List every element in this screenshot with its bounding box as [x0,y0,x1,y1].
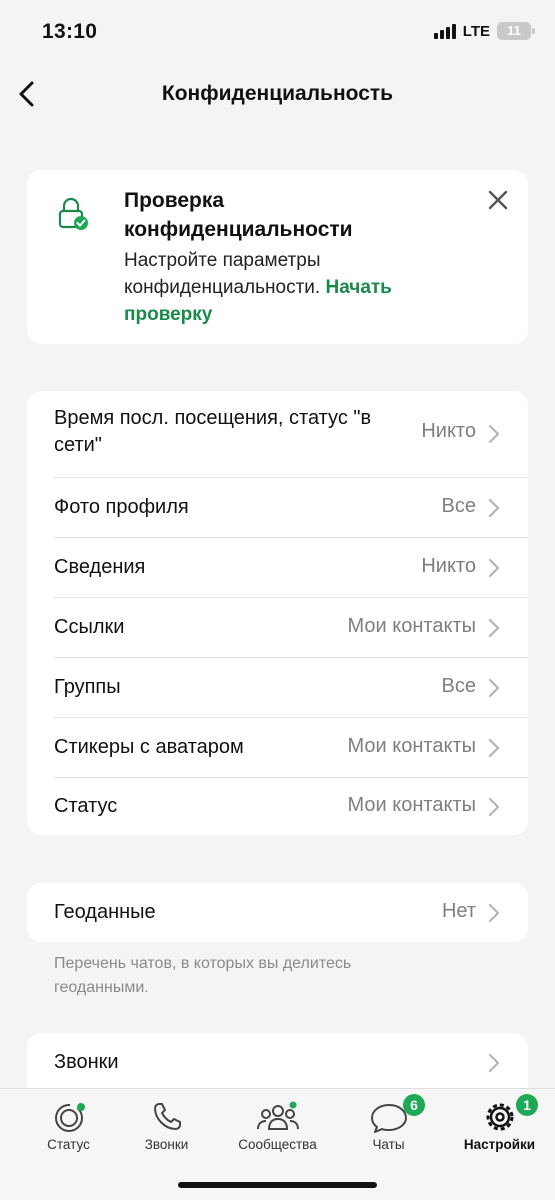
row-location[interactable]: Геоданные Нет [27,883,528,942]
settings-badge: 1 [516,1094,538,1116]
communities-icon [256,1101,299,1130]
page-title: Конфиденциальность [161,82,394,105]
row-groups[interactable]: Группы Все [27,658,528,717]
tab-label: Статус [47,1137,90,1152]
chevron-right-icon [488,424,500,444]
checkup-description: Настройте параметры конфиденциальности. [124,250,321,298]
row-status[interactable]: Статус Мои контакты [27,778,528,835]
row-label: Время посл. посещения, статус "в сети" [54,407,372,456]
chevron-right-icon [488,738,500,758]
chevron-right-icon [488,618,500,638]
tab-communities[interactable]: Сообщества [222,1089,333,1179]
chevron-right-icon [488,1053,500,1073]
checkup-text: Настройте параметры конфиденциальности. … [124,247,464,328]
row-label: Ссылки [54,616,125,638]
row-label: Звонки [54,1051,119,1073]
tab-status[interactable]: Статус [13,1089,124,1179]
status-indicators: LTE 11 [433,22,535,40]
row-value: Никто [421,420,476,442]
status-icon [54,1103,85,1132]
chevron-right-icon [488,903,500,923]
close-icon [488,190,508,210]
checkup-title: Проверка конфиденциальности [124,189,353,241]
tab-label: Звонки [144,1137,189,1152]
row-value: Никто [421,555,476,577]
location-card: Геоданные Нет [27,883,528,942]
lock-check-icon [55,196,89,232]
tab-calls[interactable]: Звонки [111,1089,222,1179]
chevron-right-icon [488,678,500,698]
chevron-right-icon [488,797,500,817]
row-value: Все [441,495,476,517]
tab-chats[interactable]: 6 Чаты [333,1089,444,1179]
row-value: Нет [441,900,476,922]
tab-label: Чаты [372,1137,405,1152]
tab-label: Настройки [463,1137,536,1152]
privacy-settings-list: Время посл. посещения, статус "в сети" Н… [27,391,528,835]
tab-settings[interactable]: 1 Настройки [444,1089,555,1179]
nav-bar: Конфиденциальность [0,66,555,124]
row-value: Мои контакты [347,735,476,757]
row-label: Стикеры с аватаром [54,736,244,758]
privacy-checkup-card: Проверка конфиденциальности Настройте па… [27,170,528,344]
row-label: Группы [54,676,121,698]
home-indicator [178,1182,377,1188]
tab-label: Сообщества [238,1137,317,1152]
signal-icon [433,23,456,39]
status-bar: 13:10 LTE 11 [0,0,555,66]
phone-icon [153,1103,181,1130]
network-type: LTE [462,22,490,40]
chevron-right-icon [488,558,500,578]
close-checkup-button[interactable] [484,186,512,214]
row-label: Сведения [54,556,146,578]
chats-badge: 6 [403,1094,425,1116]
row-about[interactable]: Сведения Никто [27,538,528,597]
row-profile-photo[interactable]: Фото профиля Все [27,478,528,537]
row-label: Геоданные [54,901,156,923]
row-label: Фото профиля [54,496,189,518]
location-hint: Перечень чатов, в которых вы делитесь ге… [54,955,352,996]
chevron-right-icon [488,498,500,518]
row-links[interactable]: Ссылки Мои контакты [27,598,528,657]
row-value: Мои контакты [347,615,476,637]
row-value: Все [441,675,476,697]
row-value: Мои контакты [347,794,476,816]
row-label: Статус [54,795,118,817]
row-avatar-stickers[interactable]: Стикеры с аватаром Мои контакты [27,718,528,777]
status-time: 13:10 [42,20,98,43]
row-calls[interactable]: Звонки [27,1033,528,1092]
settings-icon [486,1103,513,1131]
battery-icon: 11 [497,22,535,40]
row-last-seen[interactable]: Время посл. посещения, статус "в сети" Н… [27,391,528,477]
